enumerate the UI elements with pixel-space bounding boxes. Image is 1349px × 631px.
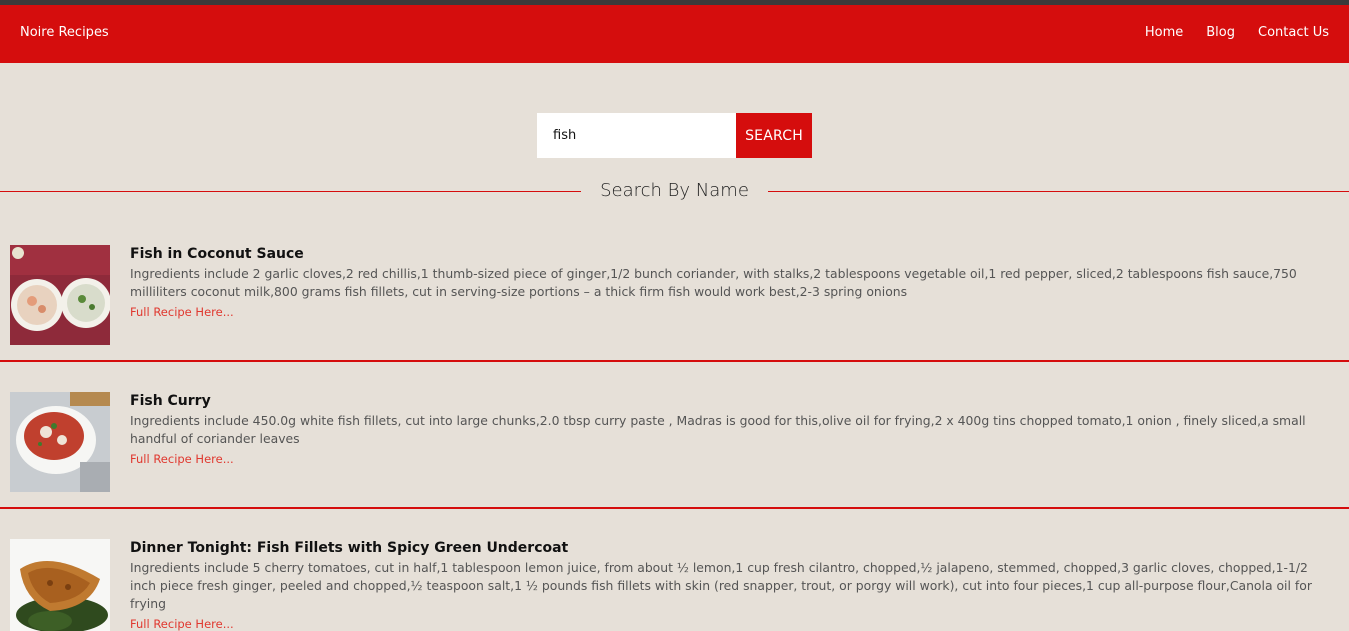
result-item: Fish in Coconut Sauce Ingredients includ…	[0, 245, 1349, 362]
result-item: Dinner Tonight: Fish Fillets with Spicy …	[0, 539, 1349, 631]
recipe-thumbnail[interactable]	[10, 392, 110, 492]
section-divider-left	[0, 191, 581, 192]
recipe-ingredients: Ingredients include 450.0g white fish fi…	[130, 413, 1306, 446]
recipe-ingredients: Ingredients include 5 cherry tomatoes, c…	[130, 560, 1312, 611]
recipe-title[interactable]: Fish in Coconut Sauce	[130, 246, 1331, 262]
recipe-ingredients: Ingredients include 2 garlic cloves,2 re…	[130, 266, 1297, 299]
nav-links: Home Blog Contact Us	[1145, 25, 1329, 40]
section-title: Search By Name	[600, 180, 749, 201]
brand-logo[interactable]: Noire Recipes	[20, 25, 109, 40]
nav-blog-link[interactable]: Blog	[1206, 25, 1235, 40]
recipe-thumbnail[interactable]	[10, 245, 110, 345]
full-recipe-link[interactable]: Full Recipe Here...	[130, 615, 234, 631]
search-input[interactable]	[537, 113, 736, 158]
nav-contact-link[interactable]: Contact Us	[1258, 25, 1329, 40]
result-body: Fish in Coconut Sauce Ingredients includ…	[130, 246, 1331, 321]
navbar: Noire Recipes Home Blog Contact Us	[0, 5, 1349, 63]
search-button[interactable]: SEARCH	[736, 113, 812, 158]
recipe-thumbnail[interactable]	[10, 539, 110, 631]
result-body: Dinner Tonight: Fish Fillets with Spicy …	[130, 540, 1331, 631]
result-body: Fish Curry Ingredients include 450.0g wh…	[130, 393, 1331, 468]
result-item: Fish Curry Ingredients include 450.0g wh…	[0, 392, 1349, 509]
search-form: SEARCH	[537, 113, 812, 158]
recipe-title[interactable]: Dinner Tonight: Fish Fillets with Spicy …	[130, 540, 1331, 556]
full-recipe-link[interactable]: Full Recipe Here...	[130, 450, 234, 468]
section-divider-right	[768, 191, 1349, 192]
nav-home-link[interactable]: Home	[1145, 25, 1183, 40]
recipe-title[interactable]: Fish Curry	[130, 393, 1331, 409]
full-recipe-link[interactable]: Full Recipe Here...	[130, 303, 234, 321]
